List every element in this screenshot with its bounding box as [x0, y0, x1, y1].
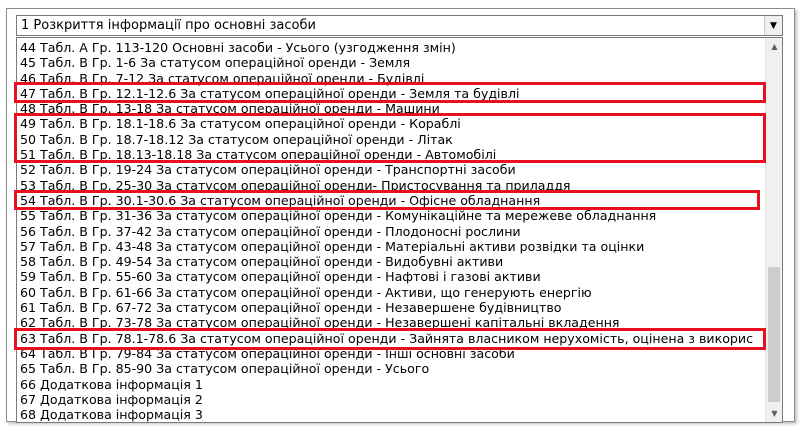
options-rows: 44 Табл. А Гр. 113-120 Основні засоби - … — [20, 40, 762, 422]
list-item[interactable]: 48 Табл. В Гр. 13-18 За статусом операці… — [20, 101, 762, 116]
list-item[interactable]: 58 Табл. В Гр. 49-54 За статусом операці… — [20, 254, 762, 269]
list-item[interactable]: 47 Табл. В Гр. 12.1-12.6 За статусом опе… — [20, 86, 762, 101]
list-item[interactable]: 59 Табл. В Гр. 55-60 За статусом операці… — [20, 269, 762, 284]
chevron-down-icon[interactable]: ▼ — [764, 16, 782, 35]
list-item[interactable]: 65 Табл. В Гр. 85-90 За статусом операці… — [20, 361, 762, 376]
list-item[interactable]: 51 Табл. В Гр. 18.13-18.18 За статусом о… — [20, 147, 762, 162]
list-item[interactable]: 55 Табл. В Гр. 31-36 За статусом операці… — [20, 208, 762, 223]
list-item[interactable]: 49 Табл. В Гр. 18.1-18.6 За статусом опе… — [20, 116, 762, 131]
list-item[interactable]: 67 Додаткова інформація 2 — [20, 392, 762, 407]
list-item[interactable]: 57 Табл. В Гр. 43-48 За статусом операці… — [20, 239, 762, 254]
list-item[interactable]: 61 Табл. В Гр. 67-72 За статусом операці… — [20, 300, 762, 315]
list-item[interactable]: 46 Табл. В Гр. 7-12 За статусом операцій… — [20, 71, 762, 86]
list-item[interactable]: 45 Табл. В Гр. 1-6 За статусом операційн… — [20, 55, 762, 70]
vertical-scrollbar[interactable]: ▲ ▼ — [765, 38, 782, 422]
scroll-down-arrow-icon[interactable]: ▼ — [766, 405, 782, 422]
list-item[interactable]: 56 Табл. В Гр. 37-42 За статусом операці… — [20, 224, 762, 239]
dropdown-options-list[interactable]: 44 Табл. А Гр. 113-120 Основні засоби - … — [16, 37, 783, 423]
list-item[interactable]: 62 Табл. В Гр. 73-78 За статусом операці… — [20, 315, 762, 330]
list-item[interactable]: 63 Табл. В Гр. 78.1-78.6 За статусом опе… — [20, 331, 762, 346]
list-item[interactable]: 53 Табл. В Гр. 25-30 За статусом операці… — [20, 178, 762, 193]
list-item[interactable]: 66 Додаткова інформація 1 — [20, 377, 762, 392]
list-item[interactable]: 54 Табл. В Гр. 30.1-30.6 За статусом опе… — [20, 193, 762, 208]
list-item[interactable]: 50 Табл. В Гр. 18.7-18.12 За статусом оп… — [20, 132, 762, 147]
list-item[interactable]: 44 Табл. А Гр. 113-120 Основні засоби - … — [20, 40, 762, 55]
scrollbar-thumb[interactable] — [768, 267, 780, 402]
list-item[interactable]: 68 Додаткова інформація 3 — [20, 407, 762, 422]
list-item[interactable]: 60 Табл. В Гр. 61-66 За статусом операці… — [20, 285, 762, 300]
section-dropdown[interactable]: 1 Розкриття інформації про основні засоб… — [16, 15, 783, 36]
section-dropdown-value: 1 Розкриття інформації про основні засоб… — [21, 18, 316, 33]
list-item[interactable]: 52 Табл. В Гр. 19-24 За статусом операці… — [20, 162, 762, 177]
list-item[interactable]: 64 Табл. В Гр. 79-84 За статусом операці… — [20, 346, 762, 361]
scroll-up-arrow-icon[interactable]: ▲ — [766, 38, 782, 55]
